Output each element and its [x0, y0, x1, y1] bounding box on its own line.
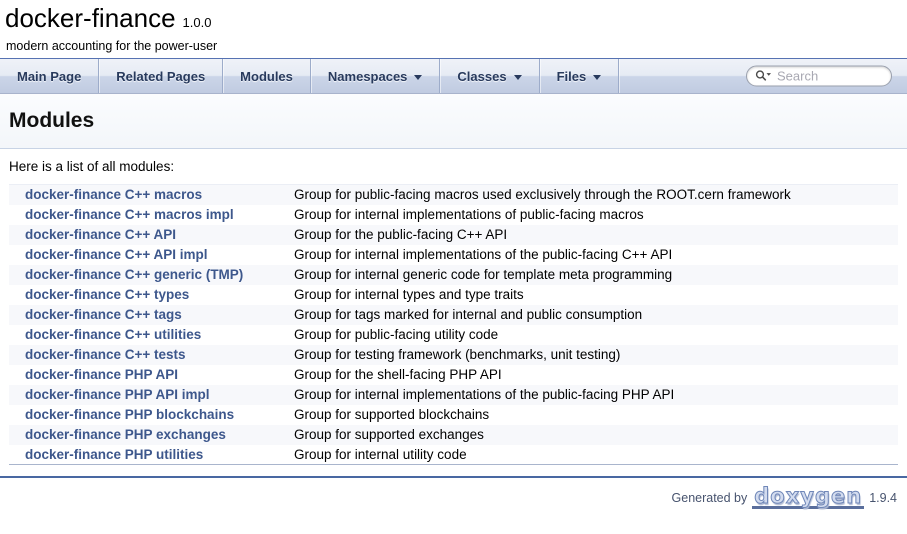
- chevron-down-icon: [414, 75, 422, 80]
- module-description: Group for internal implementations of th…: [289, 245, 898, 265]
- module-description: Group for internal generic code for temp…: [289, 265, 898, 285]
- tab-label: Main Page: [17, 69, 81, 84]
- module-entry-cell: docker-finance C++ API impl: [9, 245, 289, 265]
- tab-namespaces[interactable]: Namespaces: [311, 59, 441, 93]
- module-description: Group for supported exchanges: [289, 425, 898, 445]
- table-row: docker-finance C++ generic (TMP) Group fo…: [9, 265, 898, 285]
- module-description: Group for supported blockchains: [289, 405, 898, 425]
- module-entry-cell: docker-finance C++ macros: [9, 185, 289, 205]
- project-brief: modern accounting for the power-user: [5, 38, 907, 56]
- page-title: Modules: [0, 94, 907, 148]
- table-row: docker-finance PHP API Group for the shel…: [9, 365, 898, 385]
- module-link[interactable]: docker-finance PHP exchanges: [25, 427, 226, 442]
- module-link[interactable]: docker-finance PHP API impl: [25, 387, 210, 402]
- title-area: docker-finance1.0.0 modern accounting fo…: [0, 0, 907, 58]
- table-row: docker-finance PHP utilities Group for in…: [9, 445, 898, 465]
- module-entry-cell: docker-finance C++ types: [9, 285, 289, 305]
- generated-by-text: Generated by: [672, 491, 748, 505]
- table-row: docker-finance C++ API Group for the publ…: [9, 225, 898, 245]
- module-link[interactable]: docker-finance PHP blockchains: [25, 407, 234, 422]
- contents: Here is a list of all modules: docker-fi…: [0, 159, 907, 465]
- module-entry-cell: docker-finance PHP API: [9, 365, 289, 385]
- table-row: docker-finance C++ types Group for intern…: [9, 285, 898, 305]
- module-description: Group for internal implementations of th…: [289, 385, 898, 405]
- module-link[interactable]: docker-finance C++ types: [25, 287, 189, 302]
- module-description: Group for the shell-facing PHP API: [289, 365, 898, 385]
- module-entry-cell: docker-finance C++ tags: [9, 305, 289, 325]
- module-description: Group for tags marked for internal and p…: [289, 305, 898, 325]
- table-row: docker-finance C++ macros Group for publi…: [9, 185, 898, 205]
- module-link[interactable]: docker-finance C++ generic (TMP): [25, 267, 243, 282]
- tab-label: Files: [557, 69, 587, 84]
- module-entry-cell: docker-finance PHP utilities: [9, 445, 289, 465]
- table-row: docker-finance PHP blockchains Group for …: [9, 405, 898, 425]
- tab-label: Related Pages: [116, 69, 205, 84]
- module-description: Group for internal types and type traits: [289, 285, 898, 305]
- tab-classes[interactable]: Classes: [440, 59, 539, 93]
- main-navigation: Main Page Related Pages Modules Namespaces C…: [0, 58, 907, 94]
- project-version: 1.0.0: [176, 15, 212, 30]
- module-link[interactable]: docker-finance C++ tests: [25, 347, 186, 362]
- tab-label: Namespaces: [328, 69, 408, 84]
- module-description: Group for internal implementations of pu…: [289, 205, 898, 225]
- module-description: Group for the public-facing C++ API: [289, 225, 898, 245]
- module-link[interactable]: docker-finance C++ tags: [25, 307, 182, 322]
- module-link[interactable]: docker-finance C++ utilities: [25, 327, 201, 342]
- module-link[interactable]: docker-finance C++ API impl: [25, 247, 208, 262]
- doxygen-version: 1.9.4: [869, 491, 897, 505]
- tab-label: Classes: [457, 69, 506, 84]
- table-row: docker-finance C++ API impl Group for int…: [9, 245, 898, 265]
- search-input[interactable]: [775, 68, 883, 85]
- module-description: Group for internal utility code: [289, 445, 898, 465]
- search-box[interactable]: [746, 66, 892, 87]
- table-row: docker-finance C++ macros impl Group for …: [9, 205, 898, 225]
- tab-modules[interactable]: Modules: [223, 59, 311, 93]
- module-entry-cell: docker-finance C++ API: [9, 225, 289, 245]
- module-link[interactable]: docker-finance C++ macros impl: [25, 207, 234, 222]
- module-link[interactable]: docker-finance PHP API: [25, 367, 178, 382]
- page-header: Modules: [0, 94, 907, 149]
- chevron-down-icon: [514, 75, 522, 80]
- table-row: docker-finance PHP exchanges Group for su…: [9, 425, 898, 445]
- module-entry-cell: docker-finance C++ macros impl: [9, 205, 289, 225]
- module-entry-cell: docker-finance C++ utilities: [9, 325, 289, 345]
- tab-main-page[interactable]: Main Page: [0, 59, 99, 93]
- intro-text: Here is a list of all modules:: [9, 159, 898, 174]
- project-name-text: docker-finance: [5, 3, 176, 33]
- tab-files[interactable]: Files: [540, 59, 620, 93]
- module-entry-cell: docker-finance C++ generic (TMP): [9, 265, 289, 285]
- modules-table: docker-finance C++ macros Group for publi…: [9, 184, 898, 465]
- module-description: Group for testing framework (benchmarks,…: [289, 345, 898, 365]
- table-row: docker-finance C++ tags Group for tags ma…: [9, 305, 898, 325]
- module-link[interactable]: docker-finance C++ API: [25, 227, 176, 242]
- module-entry-cell: docker-finance PHP blockchains: [9, 405, 289, 425]
- module-link[interactable]: docker-finance C++ macros: [25, 187, 202, 202]
- chevron-down-icon: [593, 75, 601, 80]
- module-entry-cell: docker-finance C++ tests: [9, 345, 289, 365]
- module-entry-cell: docker-finance PHP exchanges: [9, 425, 289, 445]
- module-entry-cell: docker-finance PHP API impl: [9, 385, 289, 405]
- doxygen-logo[interactable]: doxygen: [752, 487, 864, 509]
- module-description: Group for public-facing utility code: [289, 325, 898, 345]
- modules-table-body: docker-finance C++ macros Group for publi…: [9, 185, 898, 465]
- tab-related-pages[interactable]: Related Pages: [99, 59, 223, 93]
- module-description: Group for public-facing macros used excl…: [289, 185, 898, 205]
- project-name: docker-finance1.0.0: [5, 3, 907, 38]
- table-row: docker-finance PHP API impl Group for int…: [9, 385, 898, 405]
- table-row: docker-finance C++ utilities Group for pu…: [9, 325, 898, 345]
- table-row: docker-finance C++ tests Group for testin…: [9, 345, 898, 365]
- module-link[interactable]: docker-finance PHP utilities: [25, 447, 203, 462]
- footer: Generated by doxygen 1.9.4: [0, 478, 907, 509]
- search-magnifier-icon[interactable]: [755, 70, 772, 83]
- tab-label: Modules: [240, 69, 293, 84]
